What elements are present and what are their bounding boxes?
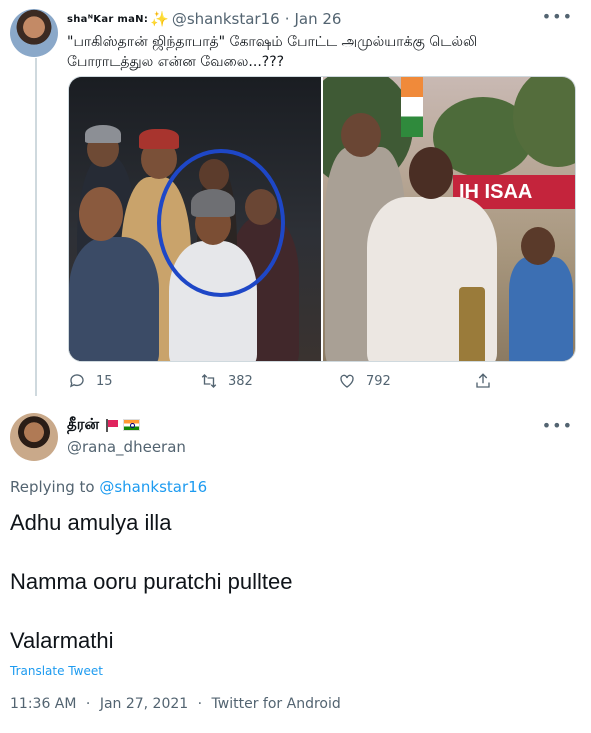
reply-text-line: Namma ooru puratchi pulltee: [10, 569, 293, 594]
heart-icon: [340, 374, 354, 388]
tweet-media[interactable]: IH ISAA: [68, 76, 576, 362]
photo-right[interactable]: IH ISAA: [323, 77, 575, 361]
avatar-shankstar16[interactable]: [10, 9, 58, 57]
separator-dot: ·: [284, 10, 290, 28]
like-action[interactable]: 792: [338, 372, 391, 390]
retweet-count: 382: [228, 373, 253, 389]
parent-tweet-header: shaᴺKar maN: ✨ @shankstar16 · Jan 26: [67, 9, 341, 29]
author-display-name[interactable]: shaᴺKar maN:: [67, 14, 148, 25]
tweet-date[interactable]: Jan 26: [294, 10, 341, 28]
reply-count: 15: [96, 373, 113, 389]
replying-to: Replying to @shankstar16: [10, 478, 207, 496]
tweet-time[interactable]: 11:36 AM: [10, 696, 76, 712]
flag-image: [401, 77, 423, 137]
avatar-rana-dheeran[interactable]: [10, 413, 58, 461]
parent-tweet-text: "பாகிஸ்தான் ஜிந்தாபாத்" கோஷம் போட்ட அமுல…: [67, 34, 478, 70]
blue-circle-annotation: [157, 149, 285, 297]
translate-tweet-link[interactable]: Translate Tweet: [10, 664, 103, 678]
replying-to-label: Replying to: [10, 478, 95, 496]
photo-left[interactable]: [69, 77, 321, 361]
retweet-action[interactable]: 382: [200, 372, 253, 390]
red-flag-icon: [105, 418, 119, 432]
author-handle[interactable]: @shankstar16: [172, 10, 280, 28]
reply-text-line: Valarmathi: [10, 628, 114, 653]
tweet-metadata: 11:36 AM · Jan 27, 2021 · Twitter for An…: [10, 696, 346, 712]
more-options-icon[interactable]: •••: [542, 9, 573, 25]
replying-to-handle-link[interactable]: @shankstar16: [99, 478, 207, 496]
retweet-icon: [201, 374, 217, 388]
reply-text-line: Adhu amulya illa: [10, 510, 172, 535]
india-flag-icon: [123, 419, 141, 431]
sparkles-icon: ✨: [150, 10, 169, 28]
separator-dot: ·: [85, 696, 91, 712]
more-options-icon[interactable]: •••: [542, 418, 573, 434]
share-icon: [476, 373, 490, 388]
reply-icon: [69, 374, 84, 388]
tweet-actions: 15 382 792: [68, 372, 498, 394]
reply-author-handle[interactable]: @rana_dheeran: [67, 438, 186, 456]
reply-tweet-header: தீரன்: [67, 415, 141, 435]
share-action[interactable]: [474, 372, 502, 390]
thread-connector-line: [35, 58, 37, 396]
separator-dot: ·: [197, 696, 203, 712]
like-count: 792: [366, 373, 391, 389]
tweet-source[interactable]: Twitter for Android: [212, 696, 341, 712]
reply-action[interactable]: 15: [68, 372, 113, 390]
tweet-full-date[interactable]: Jan 27, 2021: [100, 696, 188, 712]
reply-author-display-name[interactable]: தீரன்: [67, 415, 99, 435]
